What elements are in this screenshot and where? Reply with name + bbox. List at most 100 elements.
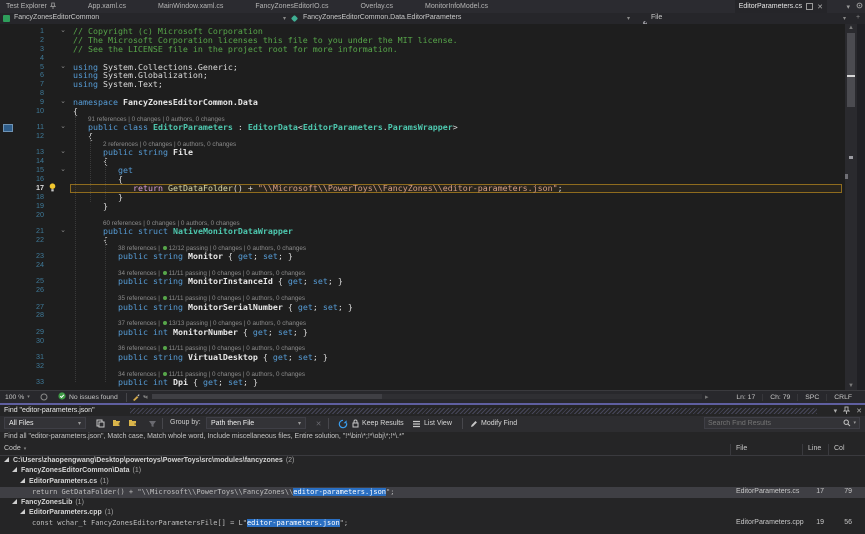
find-result-file-group[interactable]: EditorParameters.cpp(1) xyxy=(0,508,865,518)
status-line-ending[interactable]: CRLF xyxy=(826,394,859,401)
vertical-scrollbar[interactable]: ▲ ▼ xyxy=(845,24,857,390)
tab-editorparameters[interactable]: EditorParameters.cs ✕ xyxy=(735,0,827,13)
window-menu-icon[interactable] xyxy=(856,2,863,11)
window-position-icon[interactable]: ▾ xyxy=(834,407,838,415)
code-line-27[interactable]: 27public string MonitorSerialNumber { ge… xyxy=(0,303,845,312)
code-line-9[interactable]: 9⌄namespace FancyZonesEditorCommon.Data xyxy=(0,98,845,107)
code-line-28[interactable]: 28 xyxy=(0,311,845,320)
find-result-folder-group[interactable]: FancyZonesEditorCommon\Data(1) xyxy=(0,466,865,476)
active-files-dropdown-icon[interactable]: ▾ xyxy=(846,3,850,11)
code-line-25[interactable]: 25public string MonitorInstanceId { get;… xyxy=(0,277,845,286)
breadcrumb-type[interactable]: FancyZonesEditorCommon.Data.EditorParame… xyxy=(303,14,461,21)
chevron-down-icon[interactable]: ▾ xyxy=(283,15,286,22)
close-panel-icon[interactable]: ✕ xyxy=(856,407,862,415)
tab-app-xaml-cs[interactable]: App.xaml.cs xyxy=(82,0,132,13)
scope-dropdown[interactable]: All Files▾ xyxy=(4,417,86,429)
find-result-match-row[interactable]: return GetDataFolder() + "\\Microsoft\\P… xyxy=(0,487,865,497)
code-filter-dropdown[interactable]: Code ▾ xyxy=(4,445,26,452)
chevron-down-icon[interactable]: ▾ xyxy=(627,15,630,22)
hscroll-left-icon[interactable]: ◂ xyxy=(144,391,147,403)
scroll-up-icon[interactable]: ▲ xyxy=(845,24,857,32)
fold-chevron-icon[interactable]: ⌄ xyxy=(56,27,70,36)
pin-icon[interactable] xyxy=(50,2,56,12)
status-line[interactable]: Ln: 17 xyxy=(729,394,762,401)
scrollbar-thumb[interactable] xyxy=(847,33,855,107)
pin-icon[interactable] xyxy=(843,406,850,416)
chevron-down-icon[interactable]: ▾ xyxy=(843,15,846,22)
code-line-12[interactable]: 12{ xyxy=(0,132,845,141)
tree-expander-icon[interactable] xyxy=(4,457,9,462)
document-health[interactable]: No issues found xyxy=(58,391,118,403)
find-result-file-group[interactable]: EditorParameters.cs(1) xyxy=(0,477,865,487)
scrollbar-thumb[interactable] xyxy=(152,394,382,399)
code-line-23[interactable]: 23public string Monitor { get; set; } xyxy=(0,252,845,261)
breadcrumb-project[interactable]: FancyZonesEditorCommon xyxy=(14,14,99,21)
search-find-results-box[interactable]: ▾ xyxy=(704,417,860,429)
code-line-22[interactable]: 22{ xyxy=(0,236,845,245)
modify-find-button[interactable]: Modify Find xyxy=(470,418,517,429)
code-line-13[interactable]: 13⌄public string File xyxy=(0,148,845,157)
code-line-11[interactable]: 11⌄public class EditorParameters : Edito… xyxy=(0,123,845,132)
code-line-19[interactable]: 19} xyxy=(0,202,845,211)
status-column[interactable]: Ch: 79 xyxy=(762,394,797,401)
column-header-col[interactable]: Col xyxy=(834,445,845,452)
code-line-24[interactable]: 24 xyxy=(0,261,845,270)
fold-chevron-icon[interactable]: ⌄ xyxy=(56,227,70,236)
tab-overlay-cs[interactable]: Overlay.cs xyxy=(354,0,399,13)
code-line-29[interactable]: 29public int MonitorNumber { get; set; } xyxy=(0,328,845,337)
expand-all-icon[interactable] xyxy=(110,418,123,429)
tab-fancyzoneseditorio-cs[interactable]: FancyZonesEditorIO.cs xyxy=(249,0,334,13)
find-result-match-row[interactable]: const wchar_t FancyZonesEditorParameters… xyxy=(0,518,865,528)
code-line-21[interactable]: 21⌄public struct NativeMonitorDataWrappe… xyxy=(0,227,845,236)
document-sync-icon[interactable] xyxy=(40,391,48,403)
list-view-button[interactable]: List View xyxy=(412,418,452,429)
tree-expander-icon[interactable] xyxy=(20,509,25,514)
fold-chevron-icon[interactable]: ⌄ xyxy=(56,63,70,72)
code-line-15[interactable]: 15⌄get xyxy=(0,166,845,175)
column-header-file[interactable]: File xyxy=(736,445,747,452)
code-line-31[interactable]: 31public string VirtualDesktop { get; se… xyxy=(0,353,845,362)
horizontal-scrollbar[interactable] xyxy=(152,394,702,399)
keep-results-button[interactable]: Keep Results xyxy=(352,418,404,429)
repeat-find-icon[interactable] xyxy=(336,418,349,429)
search-icon[interactable]: ▾ xyxy=(840,419,859,427)
code-line-20[interactable]: 20 xyxy=(0,211,845,220)
code-line-17[interactable]: 17return GetDataFolder() + "\\Microsoft\… xyxy=(0,184,845,193)
tab-monitorinfomodel-cs[interactable]: MonitorInfoModel.cs xyxy=(419,0,494,13)
close-tab-icon[interactable]: ✕ xyxy=(817,3,823,11)
search-find-results-input[interactable] xyxy=(705,420,840,427)
zoom-control[interactable]: 100 % ▾ xyxy=(5,391,30,403)
fold-chevron-icon[interactable]: ⌄ xyxy=(56,148,70,157)
fold-chevron-icon[interactable]: ⌄ xyxy=(56,98,70,107)
code-line-7[interactable]: 7using System.Text; xyxy=(0,80,845,89)
tree-expander-icon[interactable] xyxy=(12,499,17,504)
column-header-line[interactable]: Line xyxy=(808,445,821,452)
code-line-32[interactable]: 32 xyxy=(0,362,845,371)
filter-icon[interactable] xyxy=(146,418,159,429)
tab-mainwindow-xaml-cs[interactable]: MainWindow.xaml.cs xyxy=(152,0,229,13)
tree-expander-icon[interactable] xyxy=(20,478,25,483)
collapse-all-icon[interactable] xyxy=(126,418,139,429)
grouping-dropdown[interactable]: Path then File▾ xyxy=(206,417,306,429)
code-line-30[interactable]: 30 xyxy=(0,337,845,346)
split-window-icon[interactable]: + xyxy=(856,14,860,21)
scroll-down-icon[interactable]: ▼ xyxy=(845,382,857,390)
find-result-folder-group[interactable]: FancyZonesLib(1) xyxy=(0,498,865,508)
code-line-33[interactable]: 33public int Dpi { get; set; } xyxy=(0,378,845,387)
code-line-10[interactable]: 10{ xyxy=(0,107,845,116)
fold-chevron-icon[interactable]: ⌄ xyxy=(56,166,70,175)
status-encoding[interactable]: SPC xyxy=(797,394,826,401)
code-line-26[interactable]: 26 xyxy=(0,286,845,295)
code-line-18[interactable]: 18} xyxy=(0,193,845,202)
hscroll-right-icon[interactable]: ▸ xyxy=(705,391,708,403)
copy-results-icon[interactable] xyxy=(94,418,107,429)
find-panel-title-bar[interactable]: Find "editor-parameters.json" ▾ ✕ xyxy=(0,405,865,416)
breadcrumb-member[interactable]: File xyxy=(651,14,662,21)
stop-search-icon[interactable]: ✕ xyxy=(312,418,325,429)
code-line-3[interactable]: 3// See the LICENSE file in the project … xyxy=(0,45,845,54)
tab-test-explorer[interactable]: Test Explorer xyxy=(0,0,62,13)
code-editor[interactable]: 1⌄// Copyright (c) Microsoft Corporation… xyxy=(0,24,845,390)
tree-expander-icon[interactable] xyxy=(12,467,17,472)
fold-chevron-icon[interactable]: ⌄ xyxy=(56,123,70,132)
find-result-folder-group[interactable]: C:\Users\zhaopengwang\Desktop\powertoys\… xyxy=(0,456,865,466)
